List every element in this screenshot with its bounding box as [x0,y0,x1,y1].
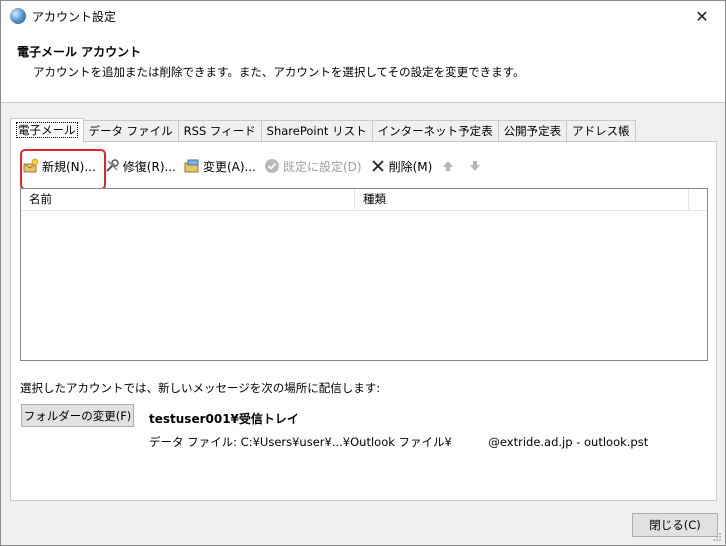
change-account-icon [184,159,199,173]
resize-grip-icon[interactable] [712,532,722,542]
delivery-location-text: 選択したアカウントでは、新しいメッセージを次の場所に配信します: [20,381,381,395]
tab-address-books[interactable]: アドレス帳 [566,120,636,142]
new-button-highlight [20,149,106,190]
delete-x-icon [371,160,384,172]
title-bar: アカウント設定 ✕ [1,1,725,31]
repair-account-label: 修復(R)... [122,159,176,174]
tab-strip: 電子メール データ ファイル RSS フィード SharePoint リスト イ… [10,118,636,142]
set-default-label: 既定に設定(D) [282,159,362,174]
checkmark-circle-icon [264,159,279,173]
outlook-app-icon [10,8,26,24]
move-down-button[interactable] [467,158,486,174]
set-default-button[interactable]: 既定に設定(D) [264,158,362,175]
change-folder-button[interactable]: フォルダーの変更(F) [21,404,134,427]
repair-tools-icon [106,159,119,172]
header-title: 電子メール アカウント [17,45,142,59]
data-file-path: データ ファイル: C:¥Users¥user¥...¥Outlook ファイル… [149,435,649,449]
tab-published-calendars[interactable]: 公開予定表 [497,120,568,142]
account-list[interactable]: 名前 種類 [20,188,708,361]
dialog-header: 電子メール アカウント アカウントを追加または削除できます。また、アカウントを選… [1,31,725,103]
change-account-button[interactable]: 変更(A)... [184,158,256,175]
close-window-button[interactable]: ✕ [679,1,725,31]
change-account-label: 変更(A)... [202,159,256,174]
tab-sharepoint-lists[interactable]: SharePoint リスト [260,120,373,142]
delete-account-button[interactable]: 削除(M) [370,158,433,175]
tab-rss-feeds[interactable]: RSS フィード [177,120,262,142]
arrow-down-icon [470,161,481,171]
close-button[interactable]: 閉じる(C) [632,513,718,537]
account-list-header: 名前 種類 [21,189,707,211]
inbox-path: testuser001¥受信トレイ [149,412,299,426]
column-header-type[interactable]: 種類 [355,189,689,211]
delete-account-label: 削除(M) [388,159,433,174]
window-title: アカウント設定 [32,9,117,24]
account-settings-window: アカウント設定 ✕ 電子メール アカウント アカウントを追加または削除できます。… [0,0,726,546]
tab-email[interactable]: 電子メール [10,118,84,142]
column-header-name[interactable]: 名前 [21,189,355,211]
tab-internet-calendars[interactable]: インターネット予定表 [371,120,499,142]
move-up-button[interactable] [440,158,459,174]
header-description: アカウントを追加または削除できます。また、アカウントを選択してその設定を変更でき… [33,65,525,79]
close-icon: ✕ [695,6,709,26]
arrow-up-icon [443,161,454,171]
tab-data-files[interactable]: データ ファイル [82,120,179,142]
repair-account-button[interactable]: 修復(R)... [104,158,176,175]
email-tab-panel: 新規(N)... 修復(R)... 変更(A)... 既定に設定(D) 削除(M… [10,141,717,501]
